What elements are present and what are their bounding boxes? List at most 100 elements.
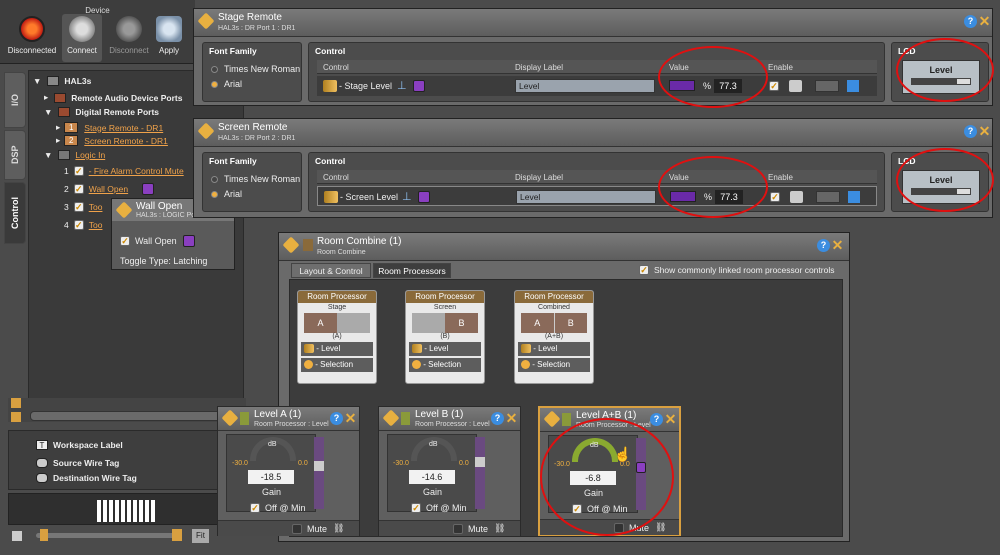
apply-button[interactable]: Apply	[154, 14, 184, 62]
close-icon[interactable]: ✕	[344, 411, 357, 425]
help-icon[interactable]: ?	[650, 413, 663, 426]
link-icon[interactable]	[142, 183, 155, 195]
display-label-input[interactable]: Level	[516, 190, 656, 204]
mute-option[interactable]: Mute ⛓	[292, 523, 344, 534]
collapse-icon[interactable]	[11, 412, 21, 422]
logic-4-checkbox[interactable]: ✓	[73, 220, 84, 230]
tree-dr2[interactable]: ▸ 2 Screen Remote - DR1	[56, 135, 168, 146]
tab-control[interactable]: Control	[4, 182, 26, 244]
selection-control[interactable]: - Selection	[301, 358, 373, 372]
workspace-label-tool[interactable]: T Workspace Label	[36, 440, 123, 450]
help-icon[interactable]: ?	[491, 412, 504, 425]
mute-option[interactable]: Mute ⛓	[453, 523, 505, 534]
fit-button[interactable]: Fit	[192, 529, 209, 543]
gain-input[interactable]: -18.5	[248, 470, 294, 484]
font-option-times[interactable]: Times New Roman	[211, 64, 300, 74]
link-icon[interactable]: ⛓	[494, 523, 505, 534]
logic-3-checkbox[interactable]: ✓	[73, 202, 84, 212]
pin-icon[interactable]	[543, 410, 561, 428]
tree-logic-3[interactable]: 3 ✓ Too	[64, 202, 102, 212]
tab-layout-control[interactable]: Layout & Control	[291, 263, 371, 278]
tab-io[interactable]: I/O	[4, 72, 26, 128]
logic-1-checkbox[interactable]: ✓	[73, 166, 84, 176]
off-at-min-checkbox[interactable]: ✓	[411, 503, 421, 513]
zoom-out-icon[interactable]	[12, 531, 22, 541]
room-processor-stage[interactable]: Room Processor Stage A (A) - Level - Sel…	[297, 290, 377, 384]
grid-icon[interactable]	[847, 80, 859, 92]
mute-checkbox[interactable]	[453, 523, 463, 534]
expand-icon[interactable]	[11, 398, 21, 408]
off-at-min-option[interactable]: ✓ Off @ Min	[411, 503, 466, 513]
close-icon[interactable]: ✕	[978, 14, 991, 28]
close-icon[interactable]: ✕	[978, 124, 991, 138]
font-option-times[interactable]: Times New Roman	[211, 174, 300, 184]
display-toggle[interactable]	[815, 80, 839, 92]
off-at-min-checkbox[interactable]: ✓	[250, 503, 260, 513]
radio-arial[interactable]	[211, 80, 218, 88]
room-processor-screen[interactable]: Room Processor Screen B (B) - Level - Se…	[405, 290, 485, 384]
control-row[interactable]: - Stage Level ⊥ Level % 77.3 ✓	[317, 76, 877, 96]
zoom-in-icon[interactable]	[172, 529, 182, 541]
selection-control[interactable]: - Selection	[518, 358, 590, 372]
show-linked-option[interactable]: ✓ Show commonly linked room processor con…	[639, 265, 834, 275]
link-icon[interactable]: ⛓	[333, 523, 344, 534]
font-option-arial[interactable]: Arial	[211, 189, 242, 199]
link-icon[interactable]	[413, 80, 425, 92]
level-control[interactable]: - Level	[301, 342, 373, 356]
show-linked-checkbox[interactable]: ✓	[639, 265, 649, 275]
close-icon[interactable]: ✕	[664, 412, 677, 426]
help-icon[interactable]: ?	[964, 125, 977, 138]
workspace-minimap[interactable]	[8, 493, 246, 525]
horizontal-scrollbar[interactable]	[30, 411, 238, 421]
disconnect-button[interactable]: Disconnect	[106, 14, 152, 62]
link-icon[interactable]	[789, 80, 802, 92]
link-icon[interactable]: ⛓	[655, 522, 666, 533]
pin-icon[interactable]	[282, 236, 300, 254]
help-icon[interactable]: ?	[817, 239, 830, 252]
wall-open-checkbox[interactable]: ✓	[120, 236, 130, 246]
font-option-arial[interactable]: Arial	[211, 79, 242, 89]
room-processor-combined[interactable]: Room Processor Combined AB (A+B) - Level…	[514, 290, 594, 384]
destination-wire-tag-tool[interactable]: Destination Wire Tag	[36, 473, 137, 483]
tree-remote-audio[interactable]: ▸ Remote Audio Device Ports	[44, 92, 182, 103]
tree-logic-4[interactable]: 4 ✓ Too	[64, 220, 102, 230]
help-icon[interactable]: ?	[964, 15, 977, 28]
pin-icon[interactable]	[197, 12, 215, 30]
tab-dsp[interactable]: DSP	[4, 130, 26, 180]
close-icon[interactable]: ✕	[505, 411, 518, 425]
enable-checkbox[interactable]: ✓	[770, 192, 780, 202]
grid-icon[interactable]	[848, 191, 860, 203]
pin-icon[interactable]	[382, 409, 400, 427]
tab-room-processors[interactable]: Room Processors	[373, 263, 451, 278]
enable-checkbox[interactable]: ✓	[769, 81, 779, 91]
display-toggle[interactable]	[816, 191, 840, 203]
radio-times[interactable]	[211, 175, 218, 183]
tree-dr1[interactable]: ▸ 1 Stage Remote - DR1	[56, 122, 163, 133]
meter-thumb[interactable]	[475, 457, 485, 467]
selection-control[interactable]: - Selection	[409, 358, 481, 372]
gain-input[interactable]: -14.6	[409, 470, 455, 484]
tree-logic-2[interactable]: 2 ✓ Wall Open	[64, 183, 155, 195]
link-icon[interactable]	[182, 235, 195, 247]
pin-icon[interactable]	[115, 201, 133, 219]
mute-checkbox[interactable]	[292, 523, 302, 534]
zoom-slider[interactable]	[36, 533, 176, 538]
display-label-input[interactable]: Level	[515, 79, 655, 93]
radio-times[interactable]	[211, 65, 218, 73]
tree-logic-1[interactable]: 1 ✓ - Fire Alarm Control Mute	[64, 166, 184, 176]
off-at-min-option[interactable]: ✓ Off @ Min	[250, 503, 305, 513]
pin-icon[interactable]	[197, 122, 215, 140]
zoom-slider-thumb[interactable]	[40, 529, 48, 541]
radio-arial[interactable]	[211, 190, 218, 198]
control-row[interactable]: - Screen Level ⊥ Level % 77.3 ✓	[317, 186, 877, 206]
logic-2-checkbox[interactable]: ✓	[73, 184, 84, 194]
tree-root[interactable]: ▼ HAL3s	[33, 76, 91, 86]
link-icon[interactable]	[790, 191, 803, 203]
connect-button[interactable]: Connect	[62, 14, 102, 62]
tree-logic-in[interactable]: ▼ Logic In	[44, 150, 105, 160]
tree-digital-remote[interactable]: ▼ Digital Remote Ports	[44, 107, 159, 117]
help-icon[interactable]: ?	[330, 412, 343, 425]
pin-icon[interactable]	[221, 409, 239, 427]
level-control[interactable]: - Level	[409, 342, 481, 356]
meter-thumb[interactable]	[314, 461, 324, 471]
